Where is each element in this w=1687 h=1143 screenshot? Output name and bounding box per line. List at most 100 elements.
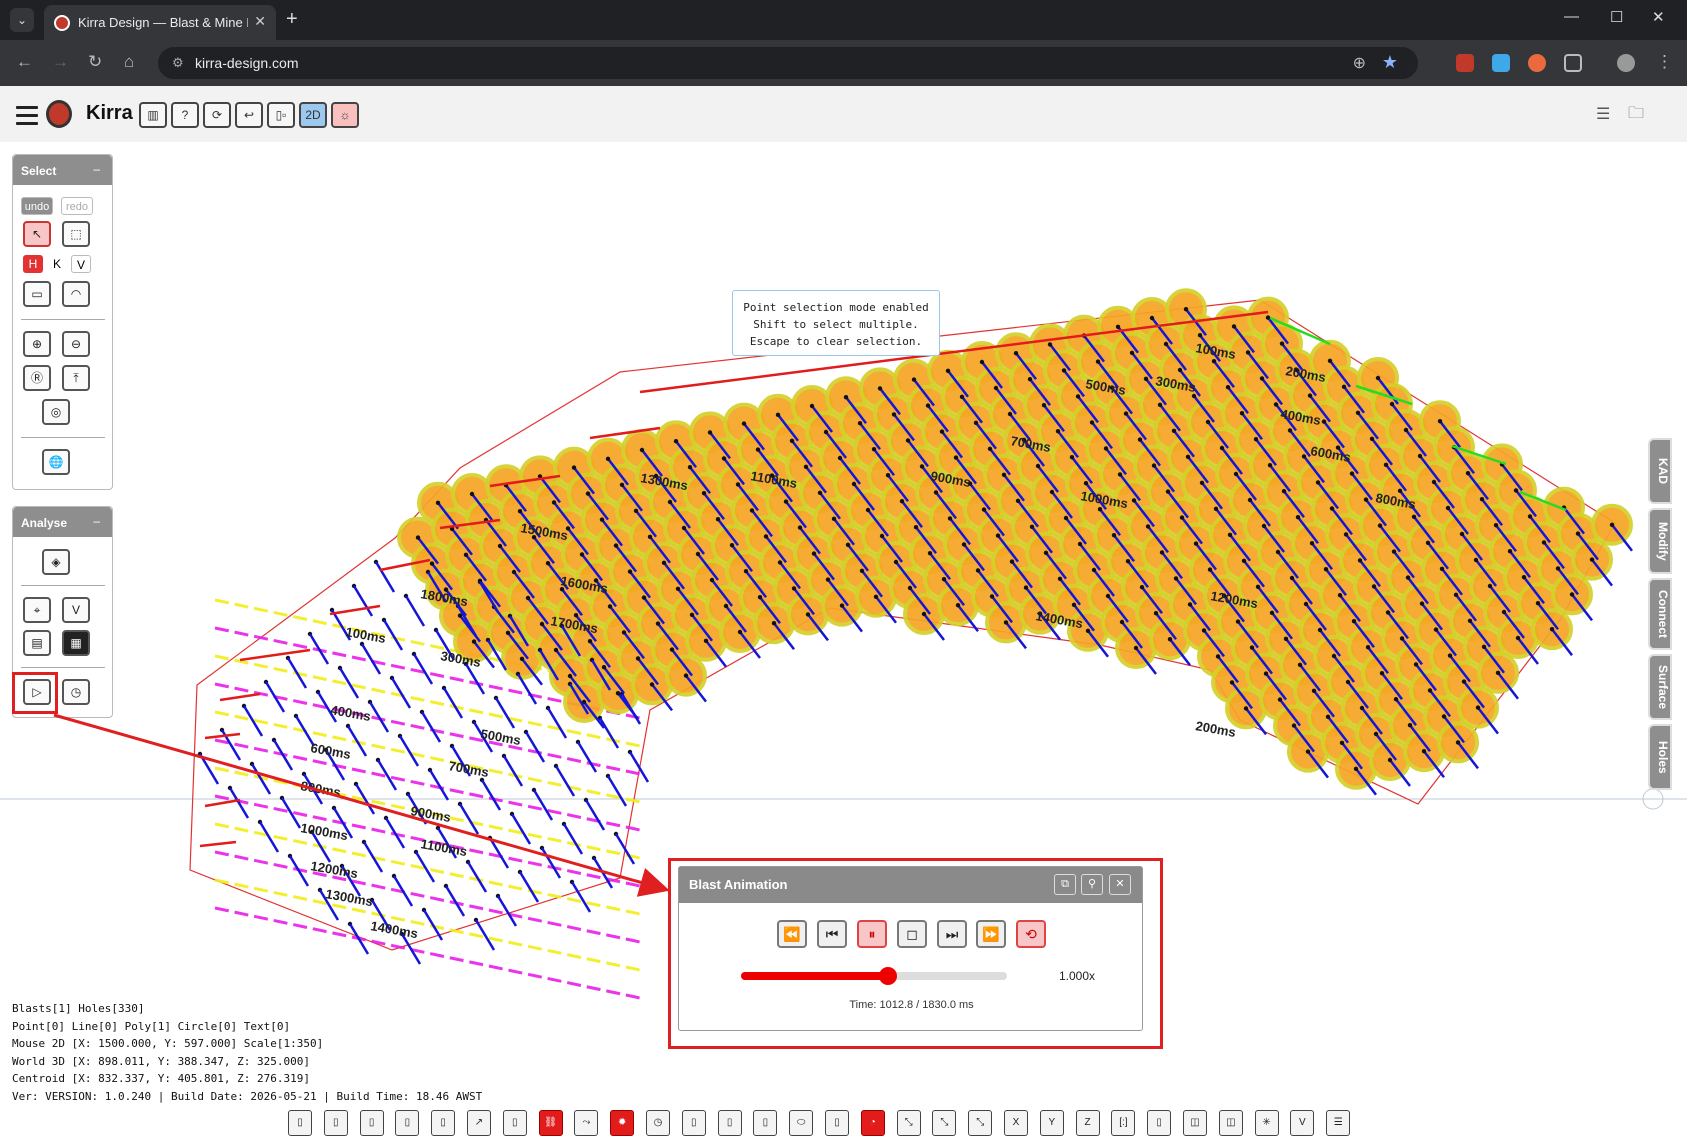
timing-analysis-icon[interactable]: ◷ (62, 679, 90, 705)
tie-arrow (442, 687, 464, 719)
shield-icon[interactable]: V (1290, 1110, 1315, 1136)
graph-icon[interactable]: ⌖ (23, 597, 51, 623)
minimize-window-icon[interactable]: — (1564, 8, 1579, 25)
tab-surface[interactable]: Surface (1648, 654, 1672, 720)
connect-c-icon[interactable]: ⤡ (968, 1110, 993, 1136)
x-me-icon[interactable]: X (1004, 1110, 1028, 1136)
voronoi-icon[interactable]: ◈ (42, 549, 70, 575)
z-alt-icon[interactable]: Z (1075, 1110, 1100, 1136)
k-toggle[interactable]: K (47, 255, 67, 273)
tab-modify[interactable]: Modify (1648, 508, 1672, 574)
book-icon[interactable]: ▥ (139, 102, 167, 128)
help-icon[interactable]: ? (171, 102, 199, 128)
zoom-out-icon[interactable]: ⊖ (62, 331, 90, 357)
edit-holes-icon[interactable]: ▯ (323, 1110, 348, 1136)
box-select-icon[interactable]: ⬚ (62, 221, 90, 247)
tab-kad[interactable]: KAD (1648, 438, 1672, 504)
tie-arrow (494, 697, 516, 729)
close-window-icon[interactable]: ✕ (1652, 8, 1665, 26)
maximize-window-icon[interactable]: ☐ (1610, 8, 1623, 26)
grid-icon[interactable]: ▦ (62, 630, 90, 656)
select-panel-header[interactable]: Select – (13, 155, 112, 185)
pattern-hole-icon[interactable]: ▯ (395, 1110, 420, 1136)
h-toggle[interactable]: H (23, 255, 43, 273)
hole-type-icon[interactable]: ▯ (717, 1110, 742, 1136)
zoom-in-icon[interactable]: ⊕ (23, 331, 51, 357)
signal-red-icon[interactable]: ◔ (860, 1110, 885, 1136)
cylinder-icon[interactable]: ⬭ (789, 1110, 814, 1136)
home-icon[interactable]: ⌂ (124, 52, 134, 72)
hamburger-menu-icon[interactable] (16, 106, 38, 130)
hole-collar (1201, 628, 1207, 633)
browser-menu-icon[interactable]: ⋮ (1656, 52, 1673, 72)
new-tab-icon[interactable]: + (286, 8, 298, 31)
path-icon[interactable]: ⤳ (574, 1110, 599, 1136)
burden-red-icon[interactable]: ✹ (610, 1110, 635, 1136)
tab-search-button[interactable]: ⌄ (10, 8, 34, 32)
hole-collar (435, 500, 441, 505)
forward-icon[interactable]: → (52, 52, 69, 72)
hole-collar (993, 385, 999, 391)
add-hole-icon[interactable]: ▯ (288, 1110, 312, 1136)
collar-icon[interactable]: ▯ (502, 1110, 527, 1136)
y-mn-icon[interactable]: Y (1039, 1110, 1064, 1136)
puzzle-extensions-icon[interactable] (1564, 54, 1582, 72)
analyse-panel-header[interactable]: Analyse – (13, 507, 112, 537)
sparkle-extension-icon[interactable] (1528, 54, 1546, 72)
hole-collar (1115, 324, 1121, 329)
layout-icon[interactable]: ▯▫ (267, 102, 295, 128)
address-bar[interactable]: ⚙ kirra-design.com ⊕ ★ (158, 47, 1418, 79)
redo-button[interactable]: redo (61, 197, 93, 215)
shield-v-icon[interactable]: V (62, 597, 90, 623)
sun-icon[interactable]: ☼ (331, 102, 359, 128)
extension-icon[interactable] (1456, 54, 1474, 72)
hole-collar (1375, 375, 1381, 381)
browser-tab[interactable]: Kirra Design — Blast & Mine De ✕ (44, 5, 276, 40)
connect-b-icon[interactable]: ⤡ (932, 1110, 957, 1136)
globe-settings-icon[interactable]: 🌐 (42, 449, 70, 475)
timing-icon[interactable]: ▯ (681, 1110, 706, 1136)
holes-ab-icon[interactable]: ▯ (753, 1110, 778, 1136)
tab-connect[interactable]: Connect (1648, 578, 1672, 650)
back-icon[interactable]: ← (16, 52, 33, 72)
reload-icon[interactable]: ↻ (88, 52, 102, 72)
undo-arrow-icon[interactable]: ↩ (235, 102, 263, 128)
protractor-icon[interactable]: ◠ (62, 281, 90, 307)
undo-button[interactable]: undo (21, 197, 53, 215)
refresh-icon[interactable]: ⟳ (203, 102, 231, 128)
zoom-icon[interactable]: ⊕ (1353, 53, 1366, 73)
site-info-icon[interactable]: ⚙ (172, 55, 184, 71)
reset-view-icon[interactable]: Ⓡ (23, 365, 51, 391)
gauge-icon[interactable]: ▯ (825, 1110, 849, 1136)
minimize-icon[interactable]: – (93, 162, 100, 176)
list-icon[interactable]: ☰ (1596, 104, 1610, 124)
delay-icon[interactable]: ◷ (646, 1110, 670, 1136)
view-2d-button[interactable]: 2D (299, 102, 327, 128)
connect-a-icon[interactable]: ⤡ (896, 1110, 921, 1136)
edit-doc-icon[interactable]: ▯ (359, 1110, 384, 1136)
close-tab-icon[interactable]: ✕ (254, 13, 266, 30)
fit-view-icon[interactable]: ⤒ (62, 365, 90, 391)
folder-icon[interactable]: 🗀 (1628, 102, 1644, 129)
tab-holes[interactable]: Holes (1648, 724, 1672, 790)
measure-b-icon[interactable]: ◫ (1218, 1110, 1243, 1136)
v-toggle[interactable]: V (71, 255, 91, 273)
list-icon[interactable]: ☰ (1326, 1110, 1351, 1136)
report-icon[interactable]: ▤ (23, 630, 51, 656)
tie-red-icon[interactable]: ⛓ (538, 1110, 563, 1136)
minimize-icon[interactable]: – (93, 514, 100, 528)
target-icon[interactable]: ◎ (42, 399, 70, 425)
hole-collar (415, 535, 421, 540)
cloud-extension-icon[interactable] (1492, 54, 1510, 72)
pattern-link-icon[interactable]: ↗ (467, 1110, 491, 1136)
measure-icon[interactable]: ◫ (1183, 1110, 1207, 1136)
star-icon[interactable]: ✳ (1254, 1110, 1279, 1136)
pointer-select-icon[interactable]: ↖ (23, 221, 51, 247)
pattern-dollar-icon[interactable]: ▯ (431, 1110, 456, 1136)
row-tool-icon[interactable]: ▯ (1147, 1110, 1172, 1136)
hole-collar (1493, 523, 1499, 528)
bookmark-star-icon[interactable]: ★ (1382, 52, 1398, 73)
ruler-icon[interactable]: ▭ (23, 281, 51, 307)
bracket-icon[interactable]: [:] (1111, 1110, 1136, 1136)
profile-avatar[interactable] (1617, 54, 1635, 72)
